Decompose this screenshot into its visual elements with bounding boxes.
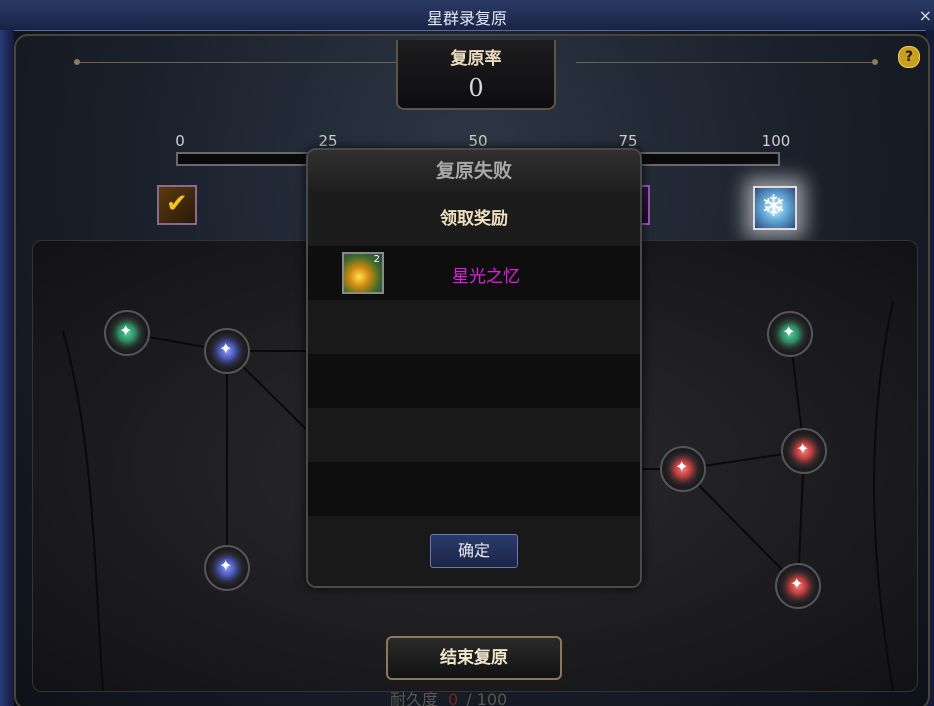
durability-max: / 100 xyxy=(466,690,508,706)
star-icon xyxy=(788,574,808,596)
confirm-button[interactable]: 确定 xyxy=(430,534,518,568)
restoration-window: 星群录复原 × 复原率 0 ? 0 25 50 75 100 ✔ ❄ ✦ ✦ ✦… xyxy=(0,0,934,706)
star-node-green[interactable] xyxy=(767,311,813,357)
star-icon xyxy=(673,457,693,479)
reward-row: 2 星光之忆 xyxy=(308,246,640,300)
rate-value: 0 xyxy=(468,74,484,102)
empty-reward-row xyxy=(308,408,640,462)
progress-tick: 0 xyxy=(175,132,185,150)
close-icon[interactable]: × xyxy=(919,6,932,25)
title-bar[interactable]: 星群录复原 × xyxy=(0,0,934,31)
empty-reward-row xyxy=(308,462,640,516)
end-restoration-button[interactable]: 结束复原 xyxy=(386,636,562,680)
star-icon xyxy=(794,439,814,461)
left-edge xyxy=(0,30,14,706)
reward-count: 2 xyxy=(373,254,380,265)
durability-label: 耐久度 xyxy=(390,690,439,706)
rate-label: 复原率 xyxy=(450,49,502,69)
help-icon[interactable]: ? xyxy=(898,46,920,68)
checkmark-reward-icon[interactable] xyxy=(157,185,197,225)
star-node-red[interactable] xyxy=(775,563,821,609)
star-node-green[interactable] xyxy=(104,310,150,356)
ornament-dot xyxy=(74,59,80,65)
star-icon xyxy=(217,339,237,361)
star-node-blue[interactable] xyxy=(204,545,250,591)
star-node-red[interactable] xyxy=(660,446,706,492)
ornament-dot xyxy=(872,59,878,65)
star-icon xyxy=(780,322,800,344)
durability-readout: 耐久度 0 / 100 xyxy=(390,686,507,706)
starlight-memory-icon[interactable]: 2 xyxy=(342,252,384,294)
window-title: 星群录复原 xyxy=(426,9,507,28)
star-icon xyxy=(217,556,237,578)
top-left-ornament xyxy=(76,62,396,63)
rate-panel: 复原率 0 xyxy=(396,40,556,110)
star-icon xyxy=(117,321,137,343)
progress-tick: 100 xyxy=(761,132,791,150)
star-node-red[interactable] xyxy=(781,428,827,474)
durability-current: 0 xyxy=(448,690,459,706)
crystal-reward-icon[interactable] xyxy=(753,186,797,230)
top-right-ornament xyxy=(576,62,876,63)
reward-name: 星光之忆 xyxy=(452,267,520,287)
dialog-subtitle: 领取奖励 xyxy=(308,192,640,246)
empty-reward-row xyxy=(308,354,640,408)
star-node-blue[interactable] xyxy=(204,328,250,374)
empty-reward-row xyxy=(308,300,640,354)
dialog-title: 复原失败 xyxy=(308,150,640,192)
restoration-failed-dialog: 复原失败 领取奖励 2 星光之忆 确定 xyxy=(306,148,642,588)
